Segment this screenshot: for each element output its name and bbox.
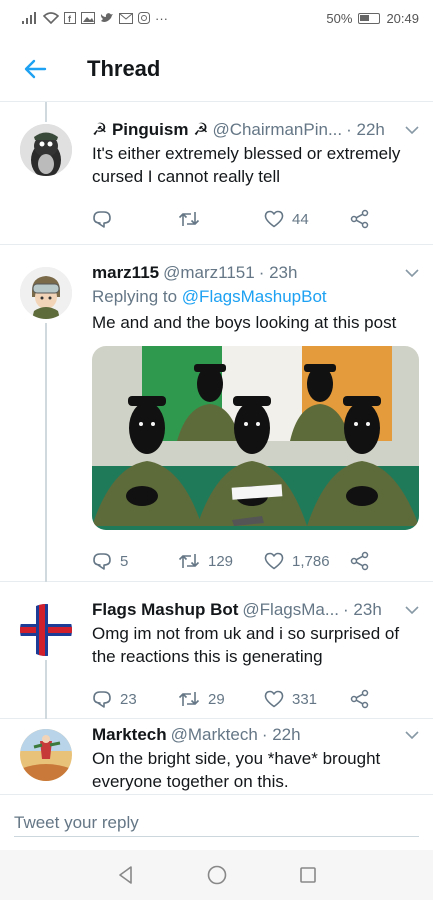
retweet-icon xyxy=(178,212,200,226)
author-handle[interactable]: @marz1151 xyxy=(163,263,255,283)
avatar[interactable] xyxy=(20,729,72,781)
author-handle[interactable]: @FlagsMa... xyxy=(242,600,339,620)
like-count: 1,786 xyxy=(292,552,330,570)
reply-button[interactable] xyxy=(92,209,178,229)
square-recents-icon xyxy=(299,867,316,883)
battery-icon xyxy=(358,12,381,24)
share-button[interactable] xyxy=(350,689,370,709)
like-button[interactable]: 1,786 xyxy=(264,552,350,570)
tweet-media-image[interactable] xyxy=(92,346,419,530)
mail-icon xyxy=(119,12,133,24)
tweet-actions: 5 129 1,786 xyxy=(92,538,419,584)
reply-count: 23 xyxy=(120,690,137,708)
retweet-icon xyxy=(178,692,200,706)
share-icon xyxy=(350,689,369,709)
avatar[interactable] xyxy=(20,604,72,656)
page-title: Thread xyxy=(87,55,161,81)
reply-input[interactable] xyxy=(14,809,419,837)
nav-back-button[interactable] xyxy=(111,860,141,890)
reply-icon xyxy=(93,553,111,570)
chevron-down-icon[interactable] xyxy=(399,126,419,134)
retweet-count: 129 xyxy=(208,552,234,570)
author-name[interactable]: Marktech xyxy=(92,725,167,745)
share-icon xyxy=(350,551,369,571)
status-bar: f ··· 50% 20:49 xyxy=(0,0,433,36)
back-button[interactable] xyxy=(0,36,70,102)
tweet[interactable]: ☭ Pinguism ☭ @ChairmanPin... · 22h It's … xyxy=(0,102,433,245)
reply-count: 5 xyxy=(120,552,129,570)
tweet[interactable]: Marktech @Marktech · 22h On the bright s… xyxy=(0,719,433,794)
tweet[interactable]: marz115 @marz1151 · 23h Replying to @Fla… xyxy=(0,245,433,582)
retweet-count: 29 xyxy=(208,690,225,708)
retweet-button[interactable]: 129 xyxy=(178,552,264,570)
share-icon xyxy=(350,209,369,229)
replying-to-label: Replying to xyxy=(92,287,178,306)
avatar[interactable] xyxy=(20,124,72,176)
battery-percent: 50% xyxy=(326,10,353,26)
like-button[interactable]: 331 xyxy=(264,690,350,708)
avatar[interactable] xyxy=(20,267,72,319)
twitter-icon xyxy=(100,13,113,22)
tweet-actions: 23 29 331 xyxy=(92,676,419,722)
triangle-back-icon xyxy=(118,866,132,884)
more-notifications: ··· xyxy=(155,10,168,26)
thread-list[interactable]: ☭ Pinguism ☭ @ChairmanPin... · 22h It's … xyxy=(0,102,433,794)
thread-connector xyxy=(45,323,47,582)
share-button[interactable] xyxy=(350,551,370,571)
thread-connector-top xyxy=(45,102,47,122)
tweet-text: Omg im not from uk and i so surprised of… xyxy=(92,624,400,666)
tweet-actions: 44 xyxy=(92,196,419,242)
reply-icon xyxy=(93,211,111,228)
timestamp: · 23h xyxy=(258,263,298,282)
signal-icon xyxy=(22,12,36,24)
timestamp: · 23h xyxy=(343,600,382,619)
like-button[interactable]: 44 xyxy=(264,210,350,228)
reply-icon xyxy=(93,691,111,708)
chevron-down-icon[interactable] xyxy=(399,269,419,277)
heart-icon xyxy=(264,210,284,228)
author-handle[interactable]: @Marktech xyxy=(171,725,258,745)
thread-connector xyxy=(45,660,47,719)
tweet[interactable]: Flags Mashup Bot @FlagsMa... · 23h Omg i… xyxy=(0,582,433,719)
back-arrow-icon xyxy=(24,59,47,78)
facebook-icon: f xyxy=(64,12,76,24)
heart-icon xyxy=(264,552,284,570)
clock: 20:49 xyxy=(386,10,419,26)
author-name[interactable]: ☭ Pinguism ☭ xyxy=(92,120,208,140)
timestamp: · 22h xyxy=(261,725,301,744)
system-nav-bar xyxy=(0,850,433,900)
author-name[interactable]: marz115 xyxy=(92,263,159,283)
tweet-text: On the bright side, you *have* brought e… xyxy=(92,749,381,791)
tweet-text: Me and and the boys looking at this post xyxy=(92,313,397,332)
chevron-down-icon[interactable] xyxy=(399,606,419,614)
reply-button[interactable]: 5 xyxy=(92,551,178,571)
share-button[interactable] xyxy=(350,209,370,229)
circle-home-icon xyxy=(207,865,226,885)
retweet-button[interactable]: 29 xyxy=(178,690,264,708)
heart-icon xyxy=(264,690,284,708)
chevron-down-icon[interactable] xyxy=(399,731,419,739)
retweet-button[interactable] xyxy=(178,210,264,228)
timestamp: · 22h xyxy=(346,120,385,139)
author-name[interactable]: Flags Mashup Bot xyxy=(92,600,238,620)
nav-recents-button[interactable] xyxy=(293,860,323,890)
status-icons: f ··· xyxy=(22,11,168,26)
like-count: 331 xyxy=(292,690,318,708)
reply-button[interactable]: 23 xyxy=(92,689,178,709)
replying-to-link[interactable]: @FlagsMashupBot xyxy=(182,287,327,306)
gallery-icon xyxy=(81,12,95,24)
retweet-icon xyxy=(178,554,200,568)
svg-text:f: f xyxy=(68,14,72,24)
reply-composer xyxy=(0,794,433,850)
like-count: 44 xyxy=(292,210,309,228)
wifi-icon xyxy=(43,12,59,24)
instagram-icon xyxy=(138,12,150,24)
nav-home-button[interactable] xyxy=(202,860,232,890)
tweet-text: It's either extremely blessed or extreme… xyxy=(92,144,401,186)
replying-to: Replying to @FlagsMashupBot xyxy=(92,287,419,307)
author-handle[interactable]: @ChairmanPin... xyxy=(212,120,342,140)
app-header: Thread xyxy=(0,36,433,102)
